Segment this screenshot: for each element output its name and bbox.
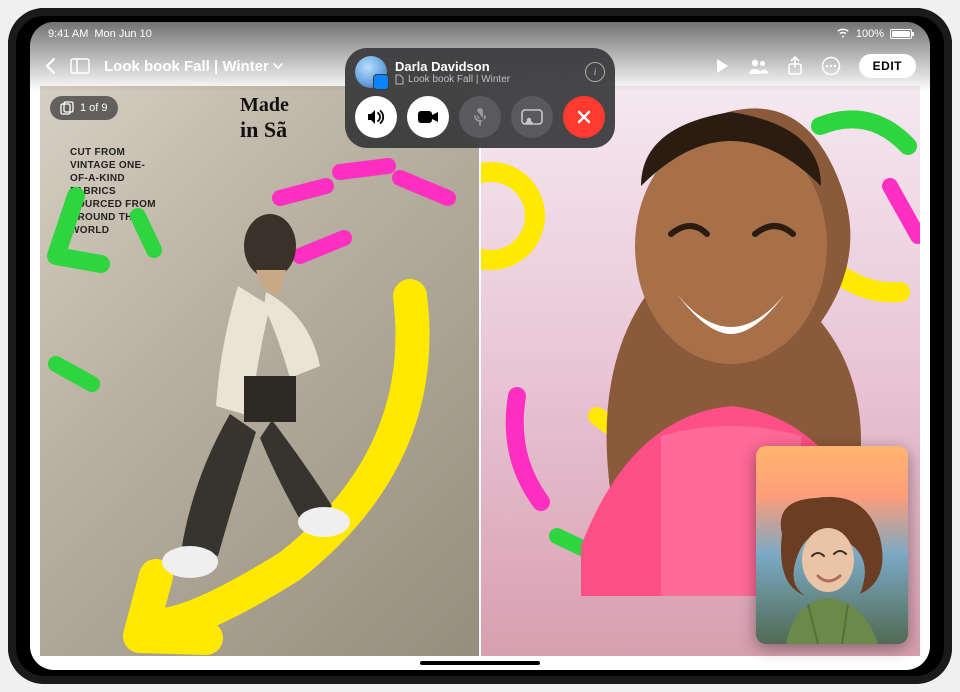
self-view-figure: [766, 494, 898, 644]
headline-text: Made in Sã: [240, 94, 289, 143]
call-info-button[interactable]: i: [585, 62, 605, 82]
pages-icon: [60, 101, 74, 115]
caller-name: Darla Davidson: [395, 59, 577, 74]
facetime-controls-panel[interactable]: Darla Davidson Look book Fall | Winter i: [345, 48, 615, 148]
headline-script: Made: [240, 94, 289, 116]
back-button[interactable]: [44, 57, 56, 75]
status-date: Mon Jun 10: [94, 28, 151, 40]
shared-document-name: Look book Fall | Winter: [408, 74, 510, 85]
more-options-button[interactable]: [821, 56, 841, 76]
shareplay-button[interactable]: [511, 96, 553, 138]
battery-icon: [890, 29, 912, 39]
status-bar: 9:41 AM Mon Jun 10 100%: [30, 22, 930, 46]
edit-button[interactable]: EDIT: [859, 54, 916, 78]
share-button[interactable]: [787, 56, 803, 76]
document-icon: [395, 74, 404, 85]
headline-block: in Sã: [240, 117, 287, 142]
shared-document-label: Look book Fall | Winter: [395, 74, 577, 85]
play-slideshow-button[interactable]: [715, 58, 729, 74]
slide-page-left: 1 of 9 Made in Sã CUT FROM VINTAGE ONE-O…: [40, 86, 479, 656]
page-indicator-text: 1 of 9: [80, 102, 108, 114]
facetime-header: Darla Davidson Look book Fall | Winter i: [355, 56, 605, 88]
home-indicator[interactable]: [420, 661, 540, 665]
camera-button[interactable]: [407, 96, 449, 138]
wifi-icon: [836, 28, 850, 41]
collaboration-button[interactable]: [747, 57, 769, 75]
status-battery-pct: 100%: [856, 28, 884, 40]
caller-avatar[interactable]: [355, 56, 387, 88]
call-controls-row: [355, 96, 605, 138]
ipad-device-frame: 9:41 AM Mon Jun 10 100% L: [8, 8, 952, 684]
sidebar-toggle-icon[interactable]: [70, 58, 90, 74]
chevron-down-icon: [273, 62, 283, 70]
speaker-button[interactable]: [355, 96, 397, 138]
mute-button[interactable]: [459, 96, 501, 138]
facetime-self-view[interactable]: [756, 446, 908, 644]
status-time: 9:41 AM: [48, 28, 88, 40]
document-title-text: Look book Fall | Winter: [104, 58, 269, 75]
model-photo-left: [160, 206, 360, 586]
document-title[interactable]: Look book Fall | Winter: [104, 58, 283, 75]
page-indicator[interactable]: 1 of 9: [50, 96, 118, 120]
end-call-button[interactable]: [563, 96, 605, 138]
screen: 9:41 AM Mon Jun 10 100% L: [30, 22, 930, 670]
